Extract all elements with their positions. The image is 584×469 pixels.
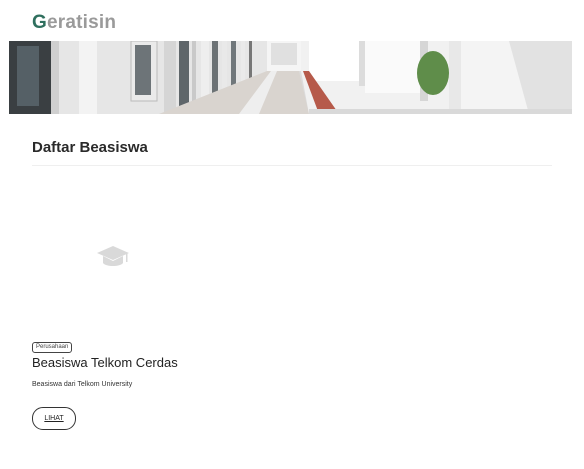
section-title: Daftar Beasiswa <box>32 139 148 156</box>
brand-logo-text: eratisin <box>46 12 117 33</box>
brand-logo-initial: G <box>32 12 47 33</box>
category-badge: Perusahaan <box>32 342 73 353</box>
card-title[interactable]: Beasiswa Telkom Cerdas <box>32 355 178 370</box>
graduation-cap-icon <box>96 244 130 273</box>
brand-logo[interactable]: Geratisin <box>32 12 116 34</box>
section-divider <box>32 165 552 166</box>
card-description: Beasiswa dari Telkom University <box>32 381 133 388</box>
card-image[interactable] <box>32 178 192 328</box>
view-button[interactable]: LIHAT <box>32 407 76 430</box>
hero-banner-image <box>9 41 572 114</box>
